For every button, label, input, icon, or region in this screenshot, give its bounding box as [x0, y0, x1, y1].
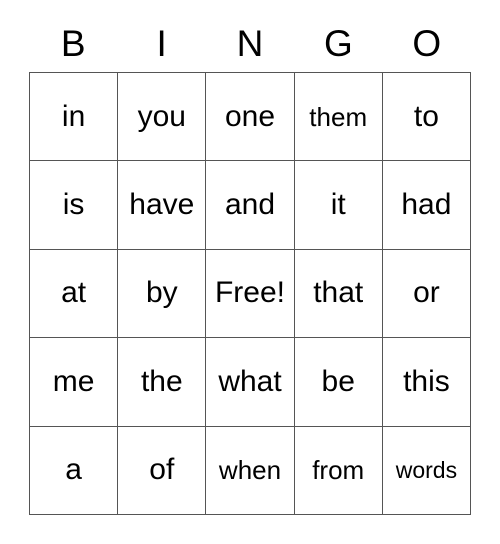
- bingo-cell-label: have: [129, 188, 195, 222]
- bingo-cell-label: them: [309, 101, 368, 132]
- bingo-cell-label: in: [61, 99, 86, 133]
- bingo-row: at by Free! that or: [30, 249, 472, 339]
- bingo-cell[interactable]: be: [294, 338, 383, 427]
- bingo-cell-label: a: [65, 453, 82, 487]
- bingo-row: is have and it had: [30, 161, 472, 250]
- bingo-cell[interactable]: words: [382, 426, 472, 515]
- bingo-cell[interactable]: from: [294, 426, 383, 515]
- bingo-cell-label: and: [224, 188, 276, 222]
- bingo-cell-label: one: [224, 99, 276, 133]
- bingo-cell[interactable]: when: [206, 426, 295, 515]
- bingo-header-row: B I N G O: [29, 14, 471, 72]
- bingo-header-letter-b: B: [60, 22, 86, 64]
- bingo-cell[interactable]: it: [294, 161, 383, 250]
- bingo-header-letter-g: G: [323, 22, 353, 64]
- bingo-row: a of when from words: [30, 426, 472, 515]
- bingo-cell[interactable]: that: [294, 249, 383, 339]
- bingo-cell[interactable]: what: [206, 338, 295, 427]
- bingo-cell[interactable]: them: [294, 73, 383, 162]
- bingo-cell-label: it: [330, 188, 346, 222]
- bingo-cell-label: had: [401, 188, 452, 222]
- bingo-cell[interactable]: have: [118, 161, 207, 250]
- bingo-cell-label: this: [403, 364, 450, 398]
- bingo-cell[interactable]: you: [118, 73, 207, 162]
- bingo-header-letter-o: O: [412, 22, 442, 64]
- bingo-cell[interactable]: at: [30, 249, 119, 339]
- bingo-cell-label: or: [413, 276, 440, 310]
- bingo-cell-label: to: [413, 99, 439, 133]
- bingo-cell-label: be: [321, 364, 355, 398]
- bingo-cell-label: what: [218, 364, 282, 398]
- bingo-cell[interactable]: me: [30, 338, 119, 427]
- bingo-cell[interactable]: of: [118, 426, 207, 515]
- bingo-cell-label: is: [62, 188, 85, 222]
- bingo-cell-label: that: [313, 276, 364, 310]
- bingo-cell-label: from: [312, 455, 365, 486]
- bingo-cell[interactable]: the: [118, 338, 207, 427]
- bingo-cell[interactable]: to: [382, 73, 472, 162]
- bingo-cell[interactable]: one: [206, 73, 295, 162]
- bingo-cell[interactable]: or: [382, 249, 472, 339]
- bingo-header-letter-n: N: [236, 22, 264, 64]
- bingo-card: B I N G O in you one them to is have and…: [29, 14, 472, 515]
- bingo-cell-label: Free!: [214, 276, 286, 310]
- bingo-row: me the what be this: [30, 338, 472, 427]
- bingo-cell[interactable]: a: [30, 426, 119, 515]
- bingo-cell-label: the: [140, 364, 183, 398]
- bingo-cell-label: you: [137, 99, 186, 133]
- bingo-cell-label: me: [52, 364, 95, 398]
- bingo-grid: in you one them to is have and it had at…: [29, 72, 472, 515]
- bingo-cell[interactable]: had: [382, 161, 472, 250]
- bingo-header-letter-i: I: [156, 22, 167, 64]
- bingo-cell[interactable]: and: [206, 161, 295, 250]
- bingo-cell[interactable]: this: [382, 338, 472, 427]
- bingo-cell-label: words: [395, 456, 458, 483]
- bingo-cell-free-space[interactable]: Free!: [206, 249, 295, 339]
- bingo-cell[interactable]: in: [30, 73, 119, 162]
- bingo-cell[interactable]: is: [30, 161, 119, 250]
- bingo-cell-label: of: [149, 453, 175, 487]
- bingo-row: in you one them to: [30, 73, 472, 162]
- bingo-cell[interactable]: by: [118, 249, 207, 339]
- bingo-cell-label: when: [218, 455, 282, 486]
- bingo-cell-label: by: [145, 276, 178, 310]
- bingo-cell-label: at: [61, 276, 87, 310]
